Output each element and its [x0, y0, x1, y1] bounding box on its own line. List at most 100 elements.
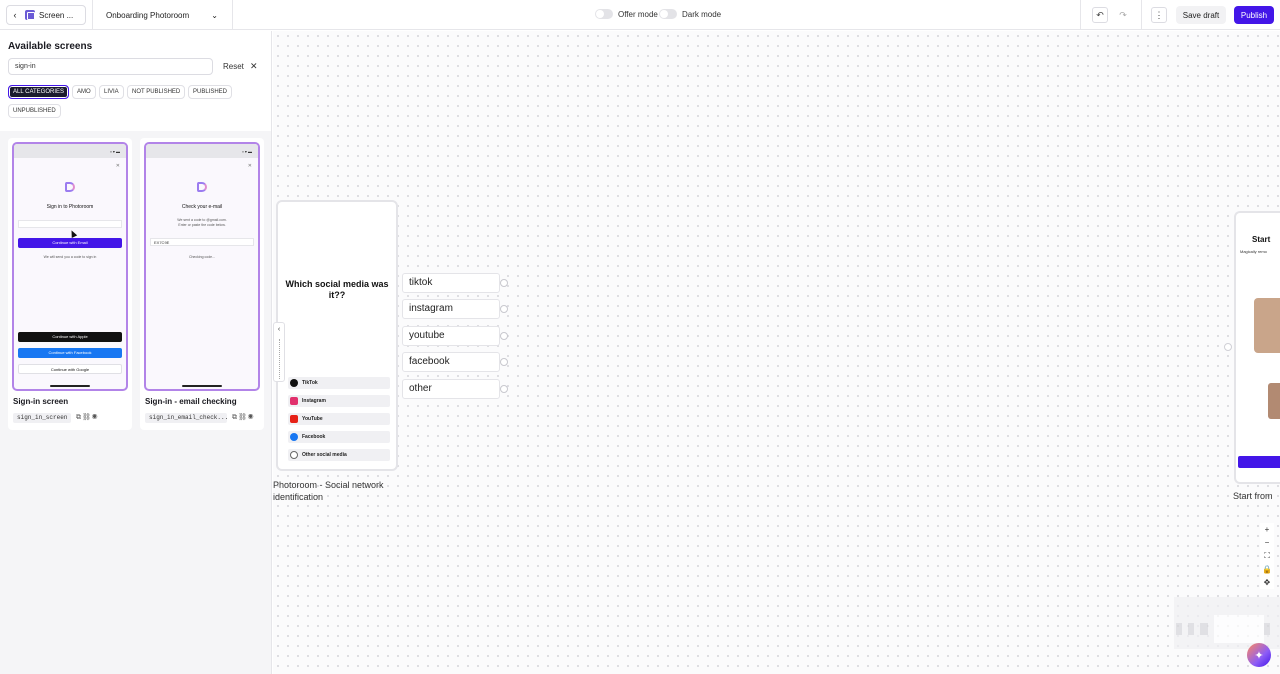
- node-side-handle[interactable]: ‹: [273, 322, 285, 382]
- node-label: Start from: [1233, 491, 1273, 501]
- screen-preview: ▪ ▾ ▬ ✕ Sign in to Photoroom Continue wi…: [12, 142, 128, 391]
- search-input[interactable]: sign-in: [8, 58, 213, 75]
- flow-node-start[interactable]: Start Magically remo: [1234, 211, 1280, 484]
- status-bar: ▪ ▾ ▬: [14, 144, 126, 158]
- link-icon[interactable]: ⛓: [238, 414, 248, 421]
- toggle-switch[interactable]: [659, 9, 677, 19]
- fit-view-icon[interactable]: ⛶: [1264, 551, 1270, 561]
- screen-card-sign-in[interactable]: ▪ ▾ ▬ ✕ Sign in to Photoroom Continue wi…: [8, 138, 132, 430]
- preview-title: Sign in to Photoroom: [46, 204, 94, 210]
- preview-note: We will send you a code to sign in: [43, 255, 97, 259]
- node-question: Which social media was it??: [285, 279, 389, 300]
- category-chip-unpublished[interactable]: UNPUBLISHED: [8, 104, 61, 118]
- preview-apple-button: Continue with Apple: [18, 332, 122, 342]
- connection-tiktok[interactable]: tiktok: [402, 273, 500, 293]
- node-option: YouTube: [288, 413, 390, 425]
- eye-icon[interactable]: ◉: [92, 414, 99, 421]
- redo-button[interactable]: ↷: [1115, 7, 1131, 23]
- dark-mode-toggle[interactable]: Dark mode: [659, 9, 721, 19]
- option-label: Instagram: [302, 398, 326, 404]
- minimap-viewport: [1214, 615, 1264, 643]
- auto-layout-icon[interactable]: ✥: [1264, 578, 1271, 587]
- connection-handle[interactable]: [500, 358, 508, 366]
- link-icon[interactable]: ⛓: [82, 414, 92, 421]
- card-actions: ⧉⛓◉: [232, 413, 254, 422]
- chevron-left-icon: ‹: [13, 10, 17, 20]
- preview-title: Check your e-mail: [181, 204, 223, 210]
- node-label: Photoroom - Social network identificatio…: [273, 480, 384, 502]
- status-bar: ▪ ▾ ▬: [146, 144, 258, 158]
- connection-youtube[interactable]: youtube: [402, 326, 500, 346]
- connection-handle[interactable]: [500, 305, 508, 313]
- panel-title: Available screens: [8, 41, 93, 52]
- sparkle-icon: ✦: [1254, 649, 1264, 662]
- toggle-switch[interactable]: [595, 9, 613, 19]
- option-label: Facebook: [302, 434, 326, 440]
- tiktok-icon: [290, 379, 298, 387]
- save-draft-button[interactable]: Save draft: [1176, 6, 1226, 24]
- connection-instagram[interactable]: instagram: [402, 299, 500, 319]
- chevron-down-icon: ⌄: [211, 10, 218, 20]
- node-option: Facebook: [288, 431, 390, 443]
- zoom-in-icon[interactable]: +: [1265, 525, 1270, 534]
- preview-email-button: Continue with Email: [18, 238, 122, 248]
- globe-icon: [290, 451, 298, 459]
- preview-line-1: We sent a code to @gmail.com.: [177, 218, 227, 222]
- card-title: Sign-in screen: [13, 397, 69, 406]
- screen-card-sign-in-email-checking[interactable]: ▪ ▾ ▬ ✕ Check your e-mail We sent a code…: [140, 138, 264, 430]
- toolbar-divider: [1141, 0, 1142, 30]
- flow-node-social-network[interactable]: Which social media was it?? TikTok Insta…: [276, 200, 398, 471]
- node-title: Start: [1252, 235, 1271, 244]
- preview-photo: [1268, 383, 1280, 419]
- minimap-node: [1188, 623, 1194, 635]
- ai-assistant-button[interactable]: ✦: [1247, 643, 1271, 667]
- facebook-icon: [290, 433, 298, 441]
- connection-handle[interactable]: [500, 279, 508, 287]
- undo-icon: ↶: [1096, 9, 1104, 20]
- offer-mode-toggle[interactable]: Offer mode: [595, 9, 658, 19]
- reset-button[interactable]: Reset: [223, 62, 244, 71]
- close-icon: ✕: [247, 163, 252, 169]
- toolbar-divider: [1080, 0, 1081, 30]
- category-chip-amo[interactable]: AMO: [72, 85, 96, 99]
- top-toolbar: ‹ Screen ... Onboarding Photoroom ⌄ Offe…: [0, 0, 1280, 30]
- category-chip-livia[interactable]: LIVIA: [99, 85, 124, 99]
- screen-button-label: Screen ...: [39, 10, 74, 20]
- option-label: YouTube: [302, 416, 323, 422]
- node-option: Other social media: [288, 449, 390, 461]
- more-options-button[interactable]: ⋮: [1151, 7, 1167, 23]
- card-id: sign_in_email_check...: [145, 413, 227, 423]
- category-chip-published[interactable]: PUBLISHED: [188, 85, 233, 99]
- category-chip-not-published[interactable]: NOT PUBLISHED: [127, 85, 186, 99]
- publish-button[interactable]: Publish: [1234, 6, 1274, 24]
- photoroom-logo-icon: [65, 182, 75, 192]
- lock-icon[interactable]: 🔒: [1262, 565, 1272, 574]
- undo-button[interactable]: ↶: [1092, 7, 1108, 23]
- preview-photo: [1254, 298, 1280, 353]
- card-actions: ⧉⛓◉: [76, 413, 98, 422]
- minimap[interactable]: [1174, 597, 1280, 649]
- connection-handle[interactable]: [1224, 343, 1232, 351]
- connection-handle[interactable]: [500, 385, 508, 393]
- close-icon[interactable]: ✕: [250, 61, 258, 72]
- instagram-icon: [290, 397, 298, 405]
- node-option: Instagram: [288, 395, 390, 407]
- category-chip-all[interactable]: ALL CATEGORIES: [8, 85, 70, 99]
- connection-other[interactable]: other: [402, 379, 500, 399]
- minimap-node: [1264, 623, 1270, 635]
- toolbar-divider: [232, 0, 233, 30]
- option-label: TikTok: [302, 380, 318, 386]
- back-screen-button[interactable]: ‹ Screen ...: [6, 5, 86, 25]
- zoom-out-icon[interactable]: −: [1265, 538, 1270, 547]
- preview-line-2: Enter or paste the code below.: [178, 223, 226, 227]
- preview-google-button: Continue with Google: [18, 364, 122, 374]
- preview-facebook-button: Continue with Facebook: [18, 348, 122, 358]
- flow-name: Onboarding Photoroom: [106, 10, 190, 20]
- flow-select[interactable]: Onboarding Photoroom ⌄: [100, 5, 224, 25]
- home-indicator: [182, 385, 222, 387]
- node-subtitle: Magically remo: [1240, 249, 1267, 254]
- connection-handle[interactable]: [500, 332, 508, 340]
- connection-facebook[interactable]: facebook: [402, 352, 500, 372]
- eye-icon[interactable]: ◉: [248, 414, 255, 421]
- home-indicator: [50, 385, 90, 387]
